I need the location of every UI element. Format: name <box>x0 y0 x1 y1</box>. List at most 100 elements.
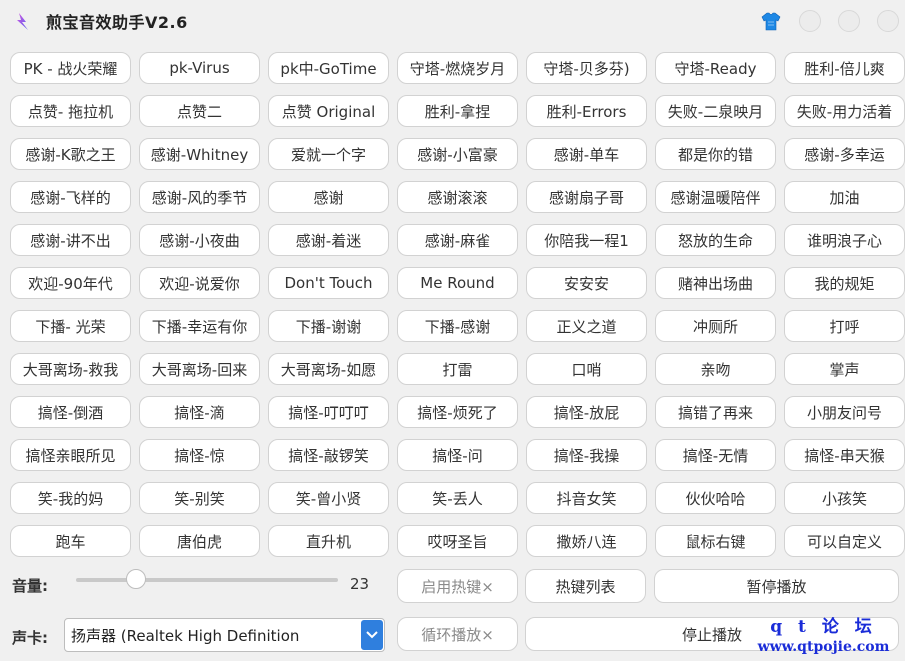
sound-button[interactable]: 抖音女笑 <box>526 482 647 514</box>
sound-button[interactable]: 搞怪-敲锣笑 <box>268 439 389 471</box>
soundcard-label: 声卡: <box>12 629 48 647</box>
sound-button[interactable]: 胜利-拿捏 <box>397 95 518 127</box>
volume-label: 音量: <box>12 577 48 595</box>
sound-button[interactable]: 搞怪-烦死了 <box>397 396 518 428</box>
sound-button[interactable]: 失败-二泉映月 <box>655 95 776 127</box>
sound-button[interactable]: 搞怪-放屁 <box>526 396 647 428</box>
sound-button[interactable]: 胜利-Errors <box>526 95 647 127</box>
sound-button[interactable]: 搞怪-惊 <box>139 439 260 471</box>
sound-button[interactable]: 搞怪-无情 <box>655 439 776 471</box>
sound-button[interactable]: 怒放的生命 <box>655 224 776 256</box>
sound-button[interactable]: 可以自定义 <box>784 525 905 557</box>
sound-button[interactable]: 胜利-倍儿爽 <box>784 52 905 84</box>
sound-button[interactable]: Me Round <box>397 267 518 299</box>
sound-button[interactable]: 欢迎-90年代 <box>10 267 131 299</box>
sound-button[interactable]: 感谢-飞样的 <box>10 181 131 213</box>
sound-button[interactable]: 感谢滚滚 <box>397 181 518 213</box>
sound-button[interactable]: 你陪我一程1 <box>526 224 647 256</box>
maximize-button[interactable] <box>838 10 860 32</box>
sound-button[interactable]: 爱就一个字 <box>268 138 389 170</box>
sound-button[interactable]: 搞怪-滴 <box>139 396 260 428</box>
sound-button[interactable]: 感谢扇子哥 <box>526 181 647 213</box>
sound-button[interactable]: 感谢-讲不出 <box>10 224 131 256</box>
sound-button[interactable]: 守塔-燃烧岁月 <box>397 52 518 84</box>
sound-button[interactable]: 鼠标右键 <box>655 525 776 557</box>
sound-button[interactable]: 搞错了再来 <box>655 396 776 428</box>
sound-button[interactable]: 搞怪-问 <box>397 439 518 471</box>
sound-button[interactable]: 大哥离场-救我 <box>10 353 131 385</box>
sound-button[interactable]: 下播-谢谢 <box>268 310 389 342</box>
sound-button[interactable]: 搞怪-倒酒 <box>10 396 131 428</box>
sound-button[interactable]: 跑车 <box>10 525 131 557</box>
sound-button[interactable]: 点赞- 拖拉机 <box>10 95 131 127</box>
sound-button[interactable]: 点赞 Original <box>268 95 389 127</box>
sound-button[interactable]: 感谢-风的季节 <box>139 181 260 213</box>
close-button[interactable] <box>877 10 899 32</box>
sound-button[interactable]: 感谢-小夜曲 <box>139 224 260 256</box>
sound-button[interactable]: 哎呀圣旨 <box>397 525 518 557</box>
title-bar: 煎宝音效助手V2.6 <box>0 0 905 42</box>
chevron-down-icon[interactable] <box>361 620 383 650</box>
shirt-icon[interactable] <box>760 10 782 32</box>
sound-button[interactable]: 打呼 <box>784 310 905 342</box>
sound-button[interactable]: 撒娇八连 <box>526 525 647 557</box>
minimize-button[interactable] <box>799 10 821 32</box>
sound-button[interactable]: 感谢-着迷 <box>268 224 389 256</box>
sound-button[interactable]: 笑-我的妈 <box>10 482 131 514</box>
sound-button[interactable]: 下播-幸运有你 <box>139 310 260 342</box>
window-title: 煎宝音效助手V2.6 <box>46 13 188 32</box>
sound-button[interactable]: 感谢温暖陪伴 <box>655 181 776 213</box>
sound-button[interactable]: 都是你的错 <box>655 138 776 170</box>
sound-button[interactable]: 搞怪亲眼所见 <box>10 439 131 471</box>
sound-button[interactable]: 下播-感谢 <box>397 310 518 342</box>
sound-button[interactable]: 感谢-麻雀 <box>397 224 518 256</box>
sound-button[interactable]: 亲吻 <box>655 353 776 385</box>
sound-button[interactable]: pk中-GoTime <box>268 52 389 84</box>
volume-slider-track[interactable] <box>76 578 338 582</box>
sound-button[interactable]: 小朋友问号 <box>784 396 905 428</box>
sound-button[interactable]: 守塔-贝多芬) <box>526 52 647 84</box>
sound-button[interactable]: 笑-曾小贤 <box>268 482 389 514</box>
sound-button[interactable]: Don't Touch <box>268 267 389 299</box>
sound-button[interactable]: 搞怪-叮叮叮 <box>268 396 389 428</box>
enable-hotkey-button[interactable]: 启用热键× <box>397 569 518 603</box>
sound-button[interactable]: 掌声 <box>784 353 905 385</box>
sound-button[interactable]: 笑-别笑 <box>139 482 260 514</box>
sound-button[interactable]: 欢迎-说爱你 <box>139 267 260 299</box>
sound-button[interactable]: 感谢-多幸运 <box>784 138 905 170</box>
sound-button[interactable]: 加油 <box>784 181 905 213</box>
sound-button[interactable]: 冲厕所 <box>655 310 776 342</box>
sound-button[interactable]: 大哥离场-如愿 <box>268 353 389 385</box>
sound-button[interactable]: 谁明浪子心 <box>784 224 905 256</box>
hotkey-list-button[interactable]: 热键列表 <box>525 569 646 603</box>
sound-button[interactable]: 笑-丢人 <box>397 482 518 514</box>
sound-button[interactable]: 打雷 <box>397 353 518 385</box>
volume-slider-thumb[interactable] <box>126 569 147 589</box>
sound-button[interactable]: 感谢-小富豪 <box>397 138 518 170</box>
loop-button[interactable]: 循环播放× <box>397 617 518 651</box>
sound-button[interactable]: 感谢-K歌之王 <box>10 138 131 170</box>
sound-button[interactable]: 直升机 <box>268 525 389 557</box>
sound-button[interactable]: 我的规矩 <box>784 267 905 299</box>
sound-button[interactable]: pk-Virus <box>139 52 260 84</box>
sound-button[interactable]: 安安安 <box>526 267 647 299</box>
sound-button[interactable]: 大哥离场-回来 <box>139 353 260 385</box>
sound-button[interactable]: 感谢-Whitney <box>139 138 260 170</box>
sound-button[interactable]: 点赞二 <box>139 95 260 127</box>
sound-button[interactable]: 唐伯虎 <box>139 525 260 557</box>
soundcard-select[interactable]: 扬声器 (Realtek High Definition <box>64 618 385 652</box>
sound-button[interactable]: 感谢 <box>268 181 389 213</box>
sound-button[interactable]: 失败-用力活着 <box>784 95 905 127</box>
sound-button[interactable]: 搞怪-串天猴 <box>784 439 905 471</box>
sound-button[interactable]: 守塔-Ready <box>655 52 776 84</box>
sound-button[interactable]: 小孩笑 <box>784 482 905 514</box>
sound-button[interactable]: 口哨 <box>526 353 647 385</box>
sound-button[interactable]: 感谢-单车 <box>526 138 647 170</box>
sound-button[interactable]: 下播- 光荣 <box>10 310 131 342</box>
sound-button[interactable]: 伙伙哈哈 <box>655 482 776 514</box>
sound-button[interactable]: 正义之道 <box>526 310 647 342</box>
sound-button[interactable]: 赌神出场曲 <box>655 267 776 299</box>
sound-button[interactable]: PK - 战火荣耀 <box>10 52 131 84</box>
pause-button[interactable]: 暂停播放 <box>654 569 899 603</box>
sound-button[interactable]: 搞怪-我操 <box>526 439 647 471</box>
